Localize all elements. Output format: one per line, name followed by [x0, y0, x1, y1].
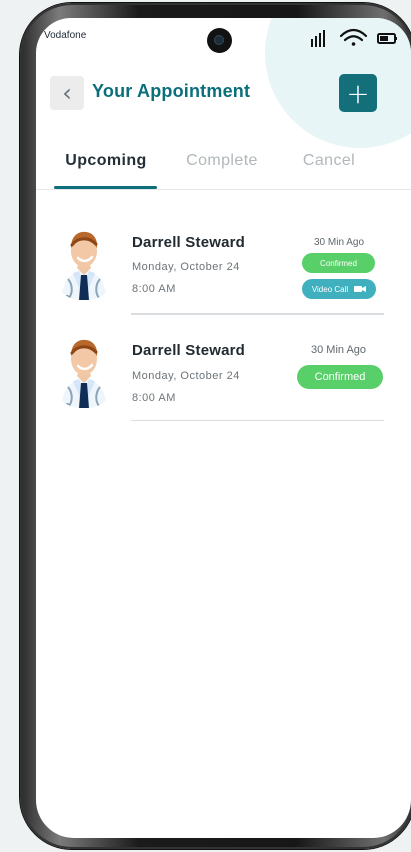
appointment-time: 8:00 AM — [132, 392, 176, 404]
signal-icon — [311, 30, 325, 47]
add-appointment-button[interactable]: + — [339, 74, 377, 112]
plus-icon: + — [346, 76, 370, 110]
doctor-avatar — [53, 228, 115, 300]
page-title: Your Appointment — [92, 81, 251, 101]
doctor-avatar-image — [61, 231, 107, 300]
time-ago-label: 30 Min Ago — [311, 344, 367, 356]
video-call-label: Video Call — [311, 284, 349, 294]
video-call-button[interactable]: Video Call — [302, 279, 376, 299]
doctor-avatar-image — [61, 339, 107, 408]
status-icons — [311, 28, 397, 47]
tab-upcoming[interactable]: Upcoming — [54, 152, 158, 188]
appointment-date: Monday, October 24 — [132, 370, 240, 382]
appointment-time: 8:00 AM — [132, 283, 176, 295]
doctor-name: Darrell Steward — [132, 234, 246, 251]
video-camera-icon — [354, 286, 367, 292]
tab-complete[interactable]: Complete — [182, 152, 262, 188]
battery-icon — [377, 33, 397, 44]
doctor-name: Darrell Steward — [132, 342, 246, 359]
confirmed-status-badge: Confirmed — [302, 253, 375, 273]
app-screen: Vodafone ‹ Your Appointment + Upcoming C… — [36, 18, 411, 838]
chevron-left-icon: ‹ — [62, 79, 72, 107]
time-ago-label: 30 Min Ago — [314, 237, 365, 248]
front-camera — [207, 28, 232, 53]
tab-cancel[interactable]: Cancel — [297, 152, 361, 188]
active-tab-underline — [54, 186, 157, 189]
appointment-card[interactable]: Darrell Steward Monday, October 24 8:00 … — [36, 203, 411, 315]
back-button[interactable]: ‹ — [50, 76, 84, 110]
doctor-avatar — [53, 336, 115, 408]
card-divider — [131, 420, 384, 421]
wifi-icon — [339, 28, 368, 46]
header: ‹ Your Appointment + — [50, 74, 380, 112]
appointment-date: Monday, October 24 — [132, 261, 240, 273]
carrier-label: Vodafone — [44, 30, 87, 41]
status-bar: Vodafone — [36, 18, 411, 54]
confirmed-status-badge: Confirmed — [297, 365, 383, 389]
appointment-card[interactable]: Darrell Steward Monday, October 24 8:00 … — [36, 310, 411, 421]
appointment-tabs: Upcoming Complete Cancel — [36, 152, 411, 190]
